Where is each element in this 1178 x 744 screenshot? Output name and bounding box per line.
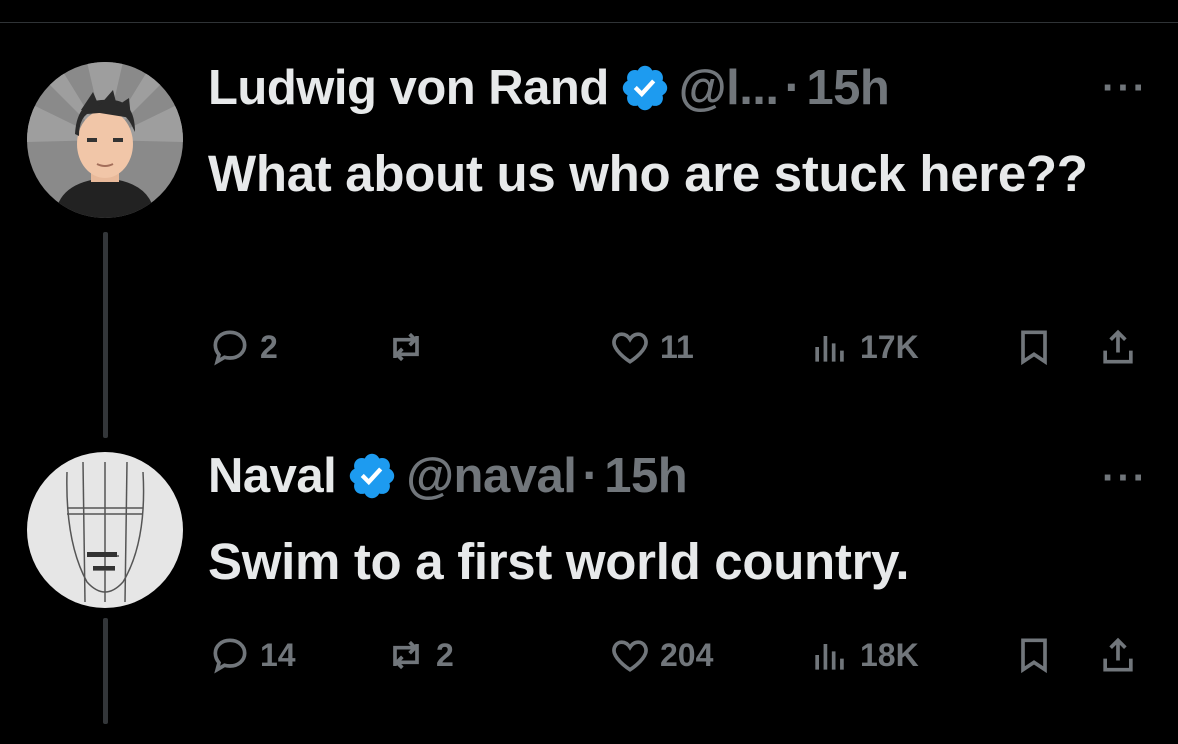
share-button[interactable] — [1096, 322, 1140, 372]
reply-icon — [213, 330, 247, 366]
heart-icon — [612, 640, 648, 672]
separator-dot: · — [784, 61, 801, 115]
display-name[interactable]: Naval — [208, 448, 337, 504]
like-count: 11 — [660, 328, 694, 365]
views-button[interactable]: 18K — [808, 630, 919, 680]
views-icon — [815, 336, 844, 362]
timestamp[interactable]: 15h — [806, 60, 889, 116]
like-button[interactable]: 11 — [608, 322, 694, 372]
avatar-ludwig[interactable] — [27, 62, 183, 218]
repost-icon — [393, 640, 419, 670]
views-count: 18K — [860, 636, 919, 673]
thread-line — [103, 618, 108, 724]
heart-icon — [612, 332, 648, 364]
tweet-header: Naval @naval · 15h — [208, 446, 688, 506]
tweet-text: Swim to a first world country. — [208, 533, 910, 590]
share-icon — [1103, 637, 1133, 672]
more-options-icon[interactable]: ··· — [1102, 66, 1148, 111]
tweet-header: Ludwig von Rand @l... · 15h — [208, 58, 890, 118]
bookmark-button[interactable] — [1012, 322, 1056, 372]
bookmark-icon — [1021, 330, 1047, 366]
handle[interactable]: @l... — [679, 60, 779, 116]
more-options-icon[interactable]: ··· — [1102, 456, 1148, 501]
reply-button[interactable]: 2 — [208, 322, 278, 372]
separator-dot: · — [582, 449, 599, 503]
like-count: 204 — [660, 636, 714, 673]
like-button[interactable]: 204 — [608, 630, 713, 680]
repost-button[interactable] — [384, 322, 436, 372]
views-count: 17K — [860, 328, 919, 365]
views-button[interactable]: 17K — [808, 322, 919, 372]
thread-line — [103, 232, 108, 438]
tweet-text: What about us who are stuck here?? — [208, 145, 1088, 202]
tweet-naval[interactable]: Naval @naval · 15h ··· Swim to a first w… — [0, 440, 1178, 744]
tweet-ludwig[interactable]: Ludwig von Rand @l... · 15h ··· What abo… — [0, 0, 1178, 440]
share-icon — [1103, 329, 1133, 364]
timestamp[interactable]: 15h — [604, 448, 687, 504]
reply-count: 14 — [260, 636, 296, 673]
display-name[interactable]: Ludwig von Rand — [208, 60, 609, 116]
verified-badge-icon[interactable] — [619, 62, 671, 114]
views-icon — [815, 644, 844, 670]
avatar-naval[interactable] — [27, 452, 183, 608]
verified-badge-icon[interactable] — [346, 450, 398, 502]
tweet-actions: 2 11 17K — [208, 322, 1148, 372]
tweet-actions: 14 2 204 18K — [208, 630, 1148, 680]
share-button[interactable] — [1096, 630, 1140, 680]
bookmark-button[interactable] — [1012, 630, 1056, 680]
bookmark-icon — [1021, 638, 1047, 674]
reply-icon — [213, 638, 247, 674]
reply-button[interactable]: 14 — [208, 630, 296, 680]
reply-count: 2 — [260, 328, 278, 365]
repost-button[interactable]: 2 — [384, 630, 454, 680]
repost-count: 2 — [436, 636, 454, 673]
handle[interactable]: @naval — [406, 448, 577, 504]
repost-icon — [393, 332, 419, 362]
